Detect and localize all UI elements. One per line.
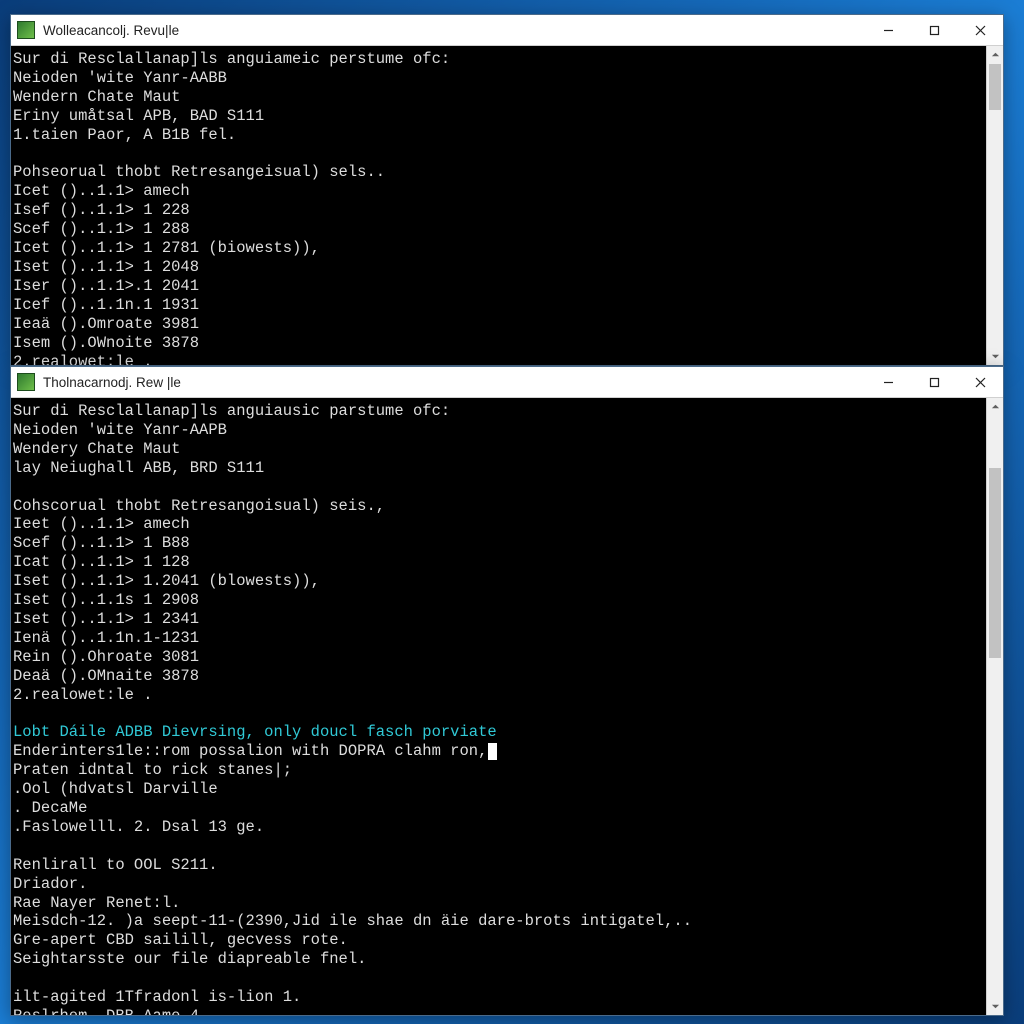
console-output[interactable]: Sur di Resclallanap]ls anguiameic perstu… — [11, 46, 986, 365]
text-cursor — [488, 743, 497, 760]
scroll-up-button[interactable] — [987, 398, 1003, 415]
window-title: Wolleacancolj. Revu|le — [43, 23, 179, 38]
close-button[interactable] — [957, 367, 1003, 397]
client-area: Sur di Resclallanap]ls anguiausic parstu… — [11, 398, 1003, 1015]
titlebar[interactable]: Wolleacancolj. Revu|le — [11, 15, 1003, 46]
app-icon — [17, 21, 35, 39]
close-icon — [975, 25, 986, 36]
chevron-up-icon — [991, 50, 1000, 59]
console-text-d: Praten idntal to rick stanes|; .Ool (hdv… — [13, 761, 692, 1015]
titlebar[interactable]: Tholnacarnodj. Rew |le — [11, 367, 1003, 398]
console-window-1: Wolleacancolj. Revu|le Sur di Resclallan… — [10, 14, 1004, 366]
scroll-thumb[interactable] — [989, 64, 1001, 110]
maximize-icon — [929, 25, 940, 36]
minimize-icon — [883, 377, 894, 388]
console-text: Sur di Resclallanap]ls anguiameic perstu… — [13, 50, 450, 365]
scroll-down-button[interactable] — [987, 348, 1003, 365]
console-text-c: Enderinters1le::rom possalion with DOPRA… — [13, 742, 487, 760]
scroll-up-button[interactable] — [987, 46, 1003, 63]
minimize-button[interactable] — [865, 15, 911, 45]
chevron-down-icon — [991, 1002, 1000, 1011]
scrollbar[interactable] — [986, 398, 1003, 1015]
client-area: Sur di Resclallanap]ls anguiameic perstu… — [11, 46, 1003, 365]
chevron-up-icon — [991, 402, 1000, 411]
chevron-down-icon — [991, 352, 1000, 361]
console-window-2: Tholnacarnodj. Rew |le Sur di Resclallan… — [10, 366, 1004, 1016]
app-icon — [17, 373, 35, 391]
console-text-a: Sur di Resclallanap]ls anguiausic parstu… — [13, 402, 450, 704]
minimize-button[interactable] — [865, 367, 911, 397]
minimize-icon — [883, 25, 894, 36]
console-output[interactable]: Sur di Resclallanap]ls anguiausic parstu… — [11, 398, 986, 1015]
maximize-button[interactable] — [911, 15, 957, 45]
scroll-down-button[interactable] — [987, 998, 1003, 1015]
window-title: Tholnacarnodj. Rew |le — [43, 375, 181, 390]
scroll-thumb[interactable] — [989, 468, 1001, 658]
close-button[interactable] — [957, 15, 1003, 45]
maximize-icon — [929, 377, 940, 388]
close-icon — [975, 377, 986, 388]
scrollbar[interactable] — [986, 46, 1003, 365]
maximize-button[interactable] — [911, 367, 957, 397]
console-highlight-b: Lobt Dáile ADBB Dievrsing, only doucl fa… — [13, 723, 497, 741]
